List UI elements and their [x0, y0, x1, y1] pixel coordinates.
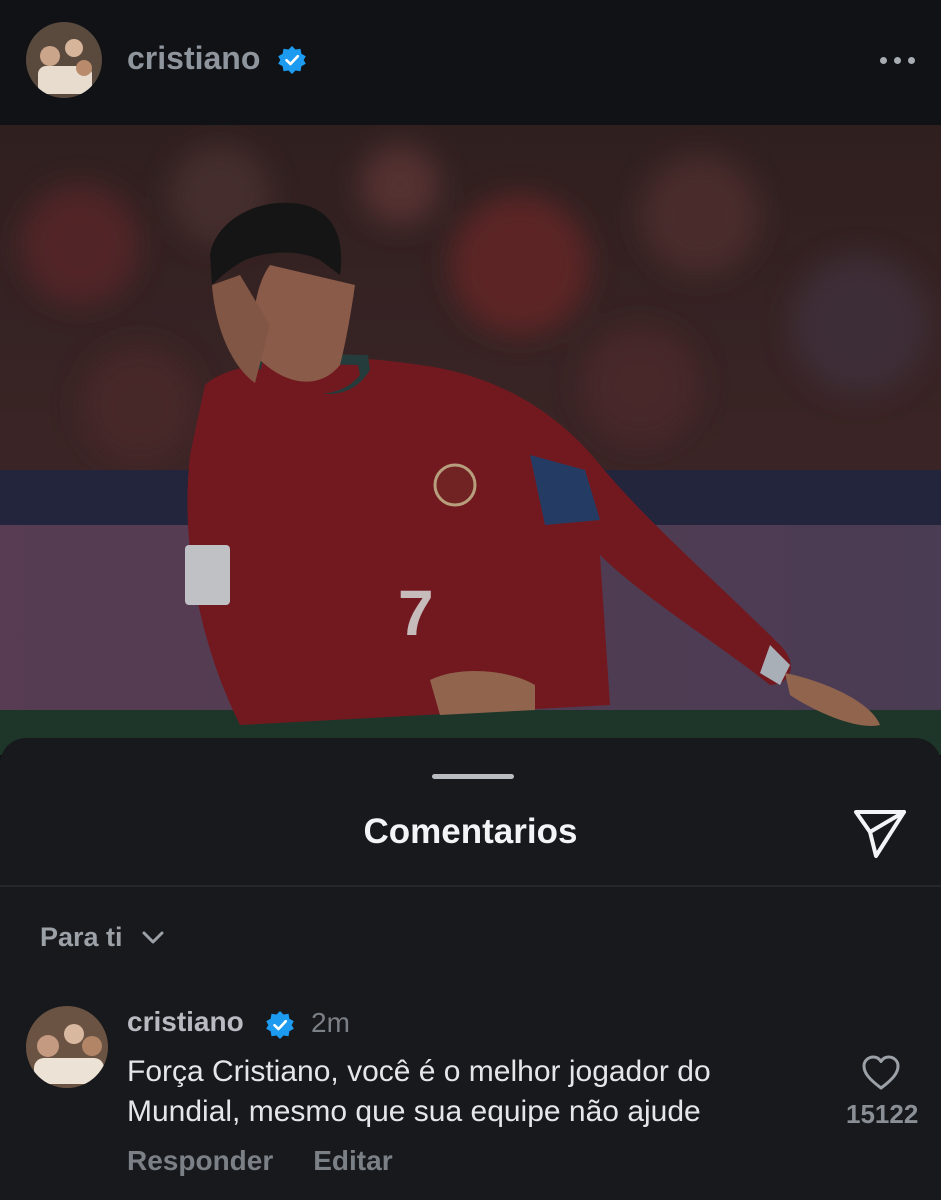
verified-badge-icon: [278, 46, 306, 74]
chevron-down-icon: [142, 931, 164, 944]
comment-actions: Responder Editar: [127, 1145, 393, 1177]
post-header: cristiano: [0, 0, 941, 125]
drag-handle[interactable]: [432, 774, 514, 779]
comments-title: Comentarios: [363, 812, 578, 851]
dot: [908, 56, 915, 64]
verified-badge-icon: [266, 1011, 294, 1039]
comment-username[interactable]: cristiano: [127, 1006, 244, 1038]
dot: [880, 56, 887, 64]
comment-text: Força Cristiano, você é o melhor jogador…: [127, 1055, 711, 1128]
comments-filter-dropdown[interactable]: Para ti: [40, 917, 167, 957]
post-photo[interactable]: 7: [0, 125, 941, 755]
comment-avatar[interactable]: [26, 1006, 108, 1088]
like-comment: 15122: [846, 1053, 919, 1130]
filter-label: Para ti: [40, 921, 123, 952]
send-icon[interactable]: [852, 806, 908, 862]
reply-button[interactable]: Responder: [127, 1145, 273, 1177]
comment-timestamp: 2m: [311, 1007, 350, 1038]
like-count: 15122: [846, 1099, 919, 1129]
edit-button[interactable]: Editar: [313, 1145, 392, 1177]
post-author-username[interactable]: cristiano: [127, 40, 260, 77]
dot: [894, 56, 901, 64]
more-options-icon[interactable]: [875, 52, 915, 68]
profile-avatar[interactable]: [26, 22, 102, 98]
heart-icon[interactable]: [861, 1053, 901, 1093]
divider: [0, 885, 941, 887]
